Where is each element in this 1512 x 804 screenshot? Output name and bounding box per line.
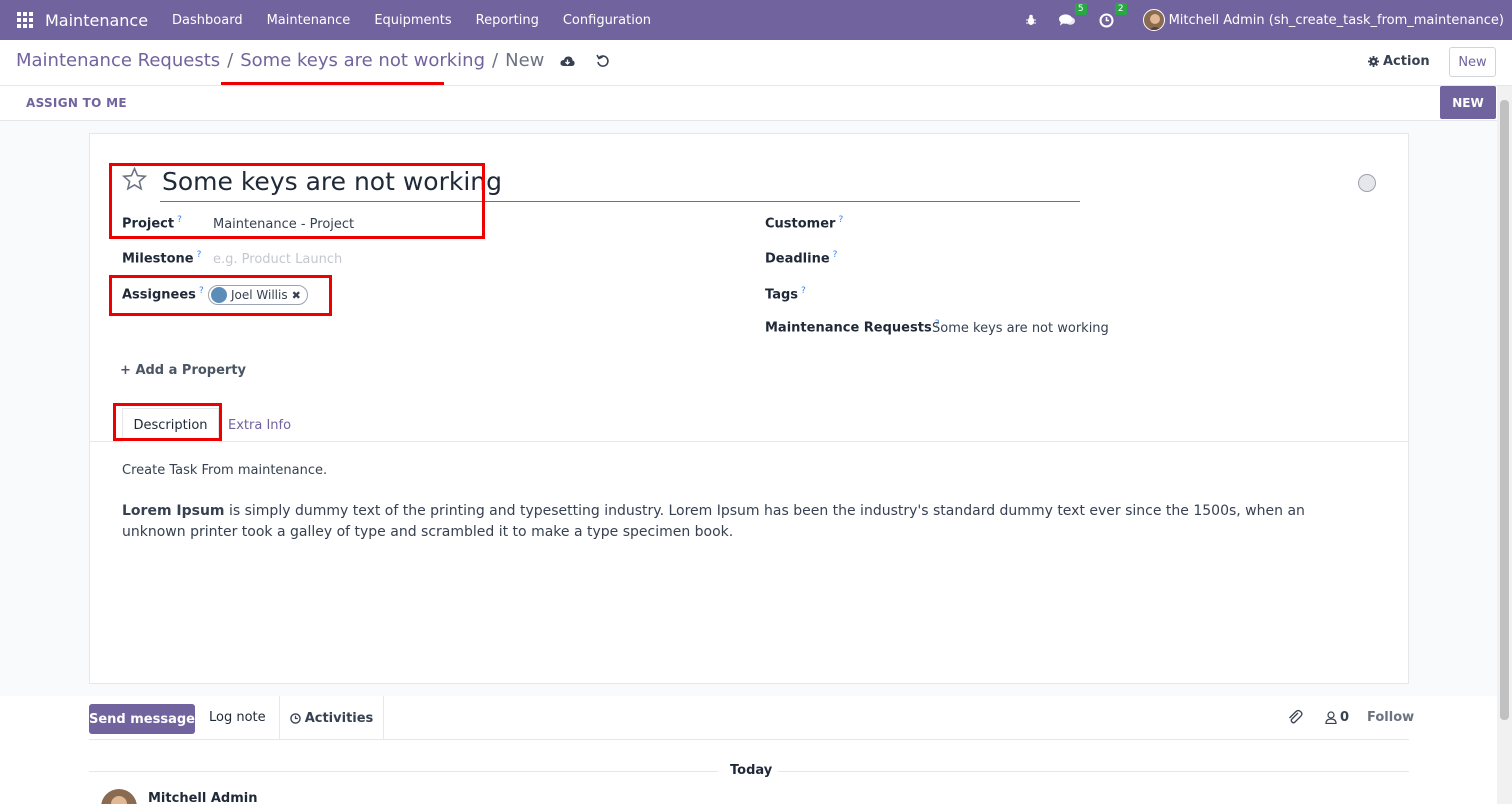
follow-button[interactable]: Follow xyxy=(1367,710,1414,725)
menu-dashboard[interactable]: Dashboard xyxy=(160,13,255,28)
favorite-star-icon[interactable] xyxy=(121,166,148,195)
tab-description[interactable]: Description xyxy=(122,408,219,442)
remove-tag-icon[interactable]: ✖ xyxy=(292,289,301,302)
menu-maintenance[interactable]: Maintenance xyxy=(255,13,363,28)
top-navbar: Maintenance Dashboard Maintenance Equipm… xyxy=(0,0,1512,40)
assign-to-me-button[interactable]: ASSIGN TO ME xyxy=(26,96,127,110)
message-author-name[interactable]: Mitchell Admin xyxy=(148,791,257,804)
apps-grid-icon[interactable] xyxy=(17,12,33,28)
messages-icon[interactable]: 5 xyxy=(1058,3,1087,28)
add-property-button[interactable]: + Add a Property xyxy=(120,363,246,378)
milestone-label: Milestone? xyxy=(122,250,202,267)
assignee-name: Joel Willis xyxy=(231,288,288,302)
maintenance-requests-field[interactable]: Some keys are not working xyxy=(932,321,1109,336)
assignees-label: Assignees? xyxy=(122,286,204,303)
send-message-button[interactable]: Send message xyxy=(89,704,195,734)
assignee-avatar xyxy=(211,287,227,303)
action-label: Action xyxy=(1383,54,1430,69)
date-separator: Today xyxy=(730,763,773,778)
user-menu[interactable]: Mitchell Admin (sh_create_task_from_main… xyxy=(1169,13,1504,28)
project-label: Project? xyxy=(122,215,182,232)
clock-icon xyxy=(289,712,301,724)
description-editor[interactable]: Create Task From maintenance. Lorem Ipsu… xyxy=(122,460,1372,561)
discard-undo-icon[interactable] xyxy=(594,52,612,70)
followers-button[interactable]: 0 xyxy=(1325,710,1349,725)
breadcrumb-separator: / xyxy=(492,50,499,71)
kanban-state-toggle[interactable] xyxy=(1358,174,1376,192)
menu-reporting[interactable]: Reporting xyxy=(464,13,551,28)
scroll-thumb[interactable] xyxy=(1500,100,1509,720)
log-note-button[interactable]: Log note xyxy=(209,710,266,725)
description-line: Create Task From maintenance. xyxy=(122,463,328,478)
task-title-input[interactable]: Some keys are not working xyxy=(160,165,1080,202)
status-bar: ASSIGN TO ME NEW xyxy=(0,86,1512,121)
stage-new-button[interactable]: NEW xyxy=(1440,86,1496,119)
debug-bug-icon[interactable] xyxy=(1023,12,1039,28)
control-panel: Maintenance Requests / Some keys are not… xyxy=(0,40,1512,86)
notebook-tabs: Description Extra Info xyxy=(90,404,1408,442)
highlight-underline xyxy=(221,82,444,85)
assignee-tag[interactable]: Joel Willis ✖ xyxy=(208,285,308,305)
activities-clock-icon[interactable]: 2 xyxy=(1099,3,1127,28)
app-brand[interactable]: Maintenance xyxy=(45,11,148,30)
tab-extra-info[interactable]: Extra Info xyxy=(228,408,291,442)
page-scrollbar[interactable] xyxy=(1497,86,1512,804)
chatter-toolbar: Send message Log note Activities 0 Follo… xyxy=(89,696,1414,740)
action-menu-button[interactable]: Action xyxy=(1368,54,1430,69)
user-avatar[interactable] xyxy=(1142,9,1165,31)
user-icon xyxy=(1325,711,1337,724)
gear-icon xyxy=(1368,56,1379,67)
breadcrumb-root[interactable]: Maintenance Requests xyxy=(16,50,220,71)
form-sheet: Some keys are not working Project? Maint… xyxy=(89,133,1409,684)
new-record-button[interactable]: New xyxy=(1449,47,1496,77)
save-cloud-icon[interactable] xyxy=(558,52,576,70)
tags-label: Tags? xyxy=(765,286,806,303)
breadcrumb: Maintenance Requests / Some keys are not… xyxy=(16,50,612,71)
deadline-label: Deadline? xyxy=(765,250,838,267)
message-author-avatar[interactable] xyxy=(101,789,137,804)
breadcrumb-separator: / xyxy=(227,50,234,71)
activities-button[interactable]: Activities xyxy=(279,696,384,740)
description-paragraph: Lorem Ipsum is simply dummy text of the … xyxy=(122,503,1305,540)
maintenance-requests-label: Maintenance Requests? xyxy=(765,319,940,336)
breadcrumb-parent[interactable]: Some keys are not working xyxy=(240,50,485,71)
breadcrumb-current: New xyxy=(505,50,545,71)
menu-configuration[interactable]: Configuration xyxy=(551,13,663,28)
attachment-paperclip-icon[interactable] xyxy=(1287,709,1303,729)
project-field[interactable]: Maintenance - Project xyxy=(213,217,354,232)
milestone-field[interactable]: e.g. Product Launch xyxy=(213,252,342,267)
chatter: Send message Log note Activities 0 Follo… xyxy=(0,696,1497,804)
plus-icon: + xyxy=(120,363,131,378)
activities-badge: 2 xyxy=(1114,3,1127,15)
menu-equipments[interactable]: Equipments xyxy=(362,13,463,28)
customer-label: Customer? xyxy=(765,215,844,232)
messages-badge: 5 xyxy=(1074,3,1087,15)
